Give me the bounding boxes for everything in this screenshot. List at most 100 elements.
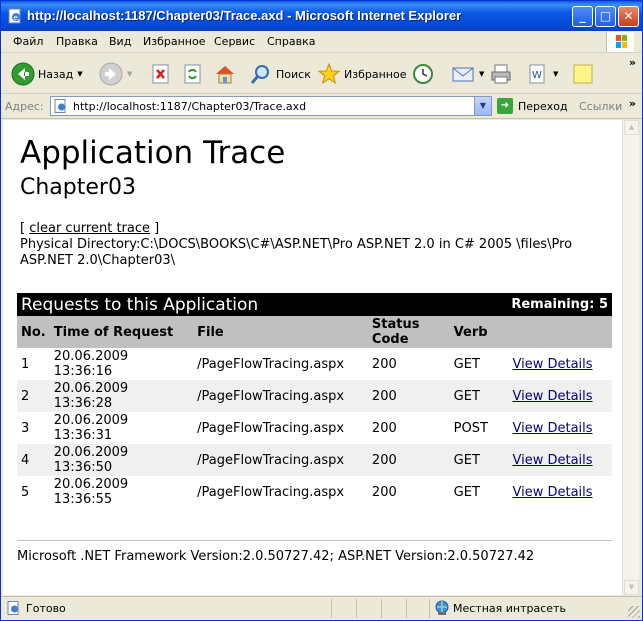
home-button[interactable] (213, 60, 237, 88)
history-icon (413, 64, 433, 84)
row-status: 200 (371, 484, 397, 500)
menu-edit[interactable]: Правка (56, 35, 98, 48)
row-details: View Details (508, 476, 612, 508)
row-details: View Details (508, 412, 612, 444)
mail-dropdown-icon[interactable]: ▼ (479, 70, 484, 78)
row-time: 20.06.2009 13:36:55 (50, 476, 193, 508)
row-time: 20.06.2009 13:36:28 (49, 380, 194, 412)
refresh-button[interactable] (181, 60, 205, 88)
maximize-button[interactable]: □ (595, 6, 616, 27)
search-label: Поиск (276, 67, 311, 81)
go-arrow-icon: ➜ (497, 98, 513, 114)
view-details-link[interactable]: View Details (512, 453, 592, 468)
address-bar: Адрес: http://localhost:1187/Chapter03/T… (1, 95, 642, 119)
footer-divider (17, 540, 612, 541)
row-clock: 13:36:28 (53, 396, 113, 411)
physical-directory: Physical Directory:C:\DOCS\BOOKS\C#\ASP.… (20, 237, 573, 268)
close-button[interactable]: ✕ (618, 6, 639, 27)
menu-file[interactable]: Файл (13, 35, 43, 48)
page-icon (54, 99, 66, 113)
status-text: Готово (26, 602, 66, 615)
table-row: 2 20.06.2009 13:36:28 /PageFlowTracing.as… (17, 380, 612, 412)
row-verb: GET (449, 380, 509, 412)
menu-favorites[interactable]: Избранное (143, 35, 205, 48)
menu-view[interactable]: Вид (109, 35, 131, 48)
row-time: 20.06.2009 13:36:31 (50, 412, 193, 444)
menu-bar: Файл Правка Вид Избранное Сервис Справка (1, 31, 642, 53)
row-clock: 13:36:55 (53, 492, 113, 507)
row-no: 1 (21, 356, 30, 372)
bracket-open: [ (20, 221, 30, 236)
col-file: File (193, 316, 368, 348)
mail-icon (452, 67, 474, 82)
row-clock: 13:36:31 (53, 428, 113, 443)
table-row: 1 20.06.2009 13:36:16 /PageFlowTracing.as… (17, 348, 612, 380)
col-time: Time of Request (49, 316, 194, 348)
row-no: 2 (17, 380, 50, 412)
clear-trace-line: [ clear current trace ] (20, 221, 159, 236)
requests-table: No. Time of Request File Status Code Ver… (17, 316, 612, 508)
scroll-down-icon[interactable]: ▼ (624, 580, 639, 595)
mail-button[interactable]: ▼ (451, 60, 484, 88)
search-button[interactable]: Поиск (249, 60, 311, 88)
discuss-button[interactable] (571, 60, 595, 88)
links-label[interactable]: Ссылки (579, 100, 622, 113)
forward-dropdown-icon[interactable]: ▼ (127, 70, 132, 78)
view-details-link[interactable]: View Details (512, 421, 592, 436)
version-footer: Microsoft .NET Framework Version:2.0.507… (17, 549, 535, 564)
view-details-link[interactable]: View Details (512, 485, 592, 500)
row-verb: POST (453, 420, 488, 436)
page-subtitle: Chapter03 (20, 175, 136, 200)
row-verb: GET (453, 484, 480, 500)
requests-title: Requests to this Application (21, 295, 259, 315)
status-divider (429, 599, 430, 618)
minimize-button[interactable]: _ (572, 6, 593, 27)
favorites-label: Избранное (344, 67, 407, 81)
scroll-up-icon[interactable]: ▲ (624, 120, 639, 135)
title-bar: e http://localhost:1187/Chapter03/Trace.… (1, 1, 642, 31)
links-overflow-icon[interactable]: » (629, 97, 636, 110)
back-dropdown-icon[interactable]: ▼ (77, 70, 82, 78)
row-clock: 13:36:50 (53, 460, 113, 475)
row-details: View Details (508, 348, 612, 380)
address-input[interactable]: http://localhost:1187/Chapter03/Trace.ax… (50, 96, 492, 116)
browser-window: e http://localhost:1187/Chapter03/Trace.… (0, 0, 643, 621)
address-dropdown-icon[interactable]: ▼ (474, 97, 491, 115)
menu-tools[interactable]: Сервис (214, 35, 255, 48)
printer-icon (491, 64, 511, 84)
window-title: http://localhost:1187/Chapter03/Trace.ax… (27, 8, 462, 23)
print-button[interactable] (489, 60, 513, 88)
col-verb: Verb (449, 316, 509, 348)
table-row: 4 20.06.2009 13:36:50 /PageFlowTracing.as… (17, 444, 612, 476)
toolbar-overflow-icon[interactable]: » (629, 56, 636, 69)
edit-dropdown-icon[interactable]: ▼ (553, 70, 558, 78)
row-status: 200 (367, 444, 450, 476)
go-label: Переход (518, 99, 568, 113)
menu-help[interactable]: Справка (267, 35, 315, 48)
back-arrow-icon (11, 62, 35, 86)
row-file: /PageFlowTracing.aspx (193, 380, 368, 412)
history-button[interactable] (411, 60, 435, 88)
resize-grip-icon[interactable] (628, 606, 640, 618)
page-content: Application Trace Chapter03 [ clear curr… (3, 120, 622, 595)
remaining-count: Remaining: 5 (511, 297, 608, 312)
windows-logo-icon (606, 32, 634, 52)
favorites-button[interactable]: Избранное (317, 60, 406, 88)
view-details-link[interactable]: View Details (512, 389, 592, 404)
row-date: 20.06.2009 (53, 349, 129, 364)
status-divider (331, 599, 332, 618)
row-details: View Details (508, 380, 612, 412)
row-no: 4 (17, 444, 50, 476)
stop-button[interactable] (149, 60, 173, 88)
edit-button[interactable]: W ▼ (525, 60, 558, 88)
clear-trace-link[interactable]: clear current trace (29, 221, 150, 236)
vertical-scrollbar[interactable]: ▲ ▼ (622, 120, 639, 595)
note-icon (573, 64, 593, 84)
back-button[interactable]: Назад ▼ (11, 60, 83, 88)
row-details: View Details (508, 444, 612, 476)
view-details-link[interactable]: View Details (512, 357, 592, 372)
page-title: Application Trace (20, 135, 286, 171)
forward-button[interactable]: ▼ (99, 60, 132, 88)
go-button[interactable]: ➜ Переход (497, 98, 568, 114)
star-icon (317, 62, 341, 85)
